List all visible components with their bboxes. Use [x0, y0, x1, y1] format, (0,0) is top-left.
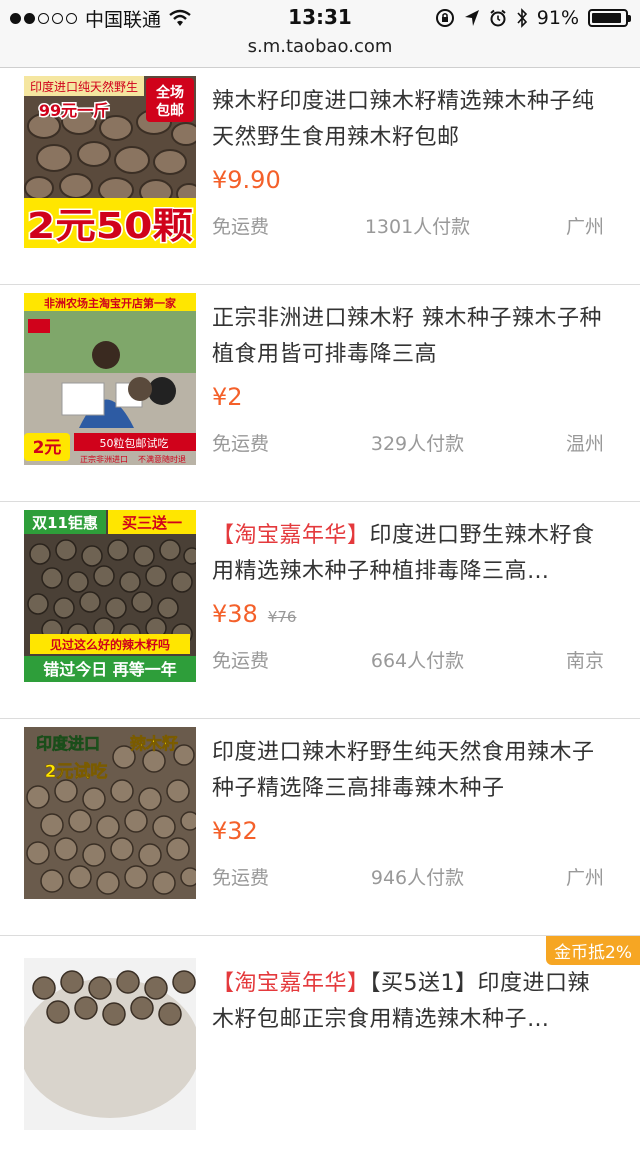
product-title-text: 正宗非洲进口辣木籽 辣木种子辣木子种植食用皆可排毒降三高: [212, 306, 602, 367]
sales-count: 1301人付款: [364, 216, 471, 238]
thumb-caption: 99元一斤: [39, 101, 109, 120]
seller-location: 温州: [565, 433, 604, 455]
thumb-caption: 不满意随时退: [138, 454, 186, 464]
price-row: ¥9.90: [212, 166, 604, 200]
product-price: ¥32: [212, 817, 258, 845]
url-text: s.m.taobao.com: [247, 36, 393, 57]
original-price: ¥76: [267, 608, 297, 626]
product-info: 正宗非洲进口辣木籽 辣木种子辣木子种植食用皆可排毒降三高 ¥2 免运费 329人…: [212, 301, 604, 456]
product-thumbnail[interactable]: 双11钜惠 买三送一 见过这么好的辣木籽吗 错过今日 再等一年: [24, 510, 196, 682]
product-info: 印度进口辣木籽野生纯天然食用辣木子种子精选降三高排毒辣木种子 ¥32 免运费 9…: [212, 735, 604, 890]
seller-location: 南京: [565, 650, 604, 672]
product-item[interactable]: 印度进口纯天然野生 99元一斤 全场 包邮 2元50颗 辣木籽印度进口辣木籽精选…: [0, 68, 640, 285]
product-title[interactable]: 辣木籽印度进口辣木籽精选辣木种子纯天然野生食用辣木籽包邮: [212, 84, 604, 156]
product-item[interactable]: 印度进口 辣木籽 2元试吃 印度进口辣木籽野生纯天然食用辣木子种子精选降三高排毒…: [0, 719, 640, 936]
product-title-text: 印度进口辣木籽野生纯天然食用辣木子种子精选降三高排毒辣木种子: [212, 740, 595, 801]
product-meta: 免运费 1301人付款 广州: [212, 212, 604, 239]
product-info: 辣木籽印度进口辣木籽精选辣木种子纯天然野生食用辣木籽包邮 ¥9.90 免运费 1…: [212, 84, 604, 239]
product-thumbnail[interactable]: 非洲农场主淘宝开店第一家 2元 50粒包邮试吃 正宗非洲进口 不满意随时退: [24, 293, 196, 465]
product-thumbnail[interactable]: [24, 958, 196, 1130]
seller-location: 广州: [565, 867, 604, 889]
product-meta: 免运费 946人付款 广州: [212, 863, 604, 890]
product-title[interactable]: 【淘宝嘉年华】【买5送1】印度进口辣木籽包邮正宗食用精选辣木种子…: [212, 966, 604, 1038]
location-arrow-icon: [464, 10, 479, 26]
product-price: ¥2: [212, 383, 243, 411]
shipping-label: 免运费: [212, 433, 270, 455]
thumb-caption: 正宗非洲进口: [80, 454, 128, 464]
product-item[interactable]: 非洲农场主淘宝开店第一家 2元 50粒包邮试吃 正宗非洲进口 不满意随时退 正宗…: [0, 285, 640, 502]
status-right: 91%: [435, 6, 631, 30]
bluetooth-icon: [517, 8, 527, 28]
thumb-caption: 2元试吃: [45, 761, 108, 782]
price-row: ¥38 ¥76: [212, 600, 604, 634]
battery-icon: [588, 9, 631, 27]
product-title[interactable]: 【淘宝嘉年华】印度进口野生辣木籽食用精选辣木种子种植排毒降三高…: [212, 518, 604, 590]
orientation-lock-icon: [435, 9, 454, 27]
product-thumbnail[interactable]: 印度进口纯天然野生 99元一斤 全场 包邮 2元50颗: [24, 76, 196, 248]
product-meta: 免运费 664人付款 南京: [212, 646, 604, 673]
battery-percent: 91%: [536, 7, 579, 29]
price-row: ¥2: [212, 383, 604, 417]
alarm-icon: [490, 9, 506, 27]
product-info: 【淘宝嘉年华】【买5送1】印度进口辣木籽包邮正宗食用精选辣木种子…: [212, 966, 604, 1038]
sales-count: 946人付款: [370, 867, 465, 889]
promo-tag: 【淘宝嘉年华】: [212, 971, 370, 996]
thumb-caption: 买三送一: [122, 514, 182, 532]
product-list: 印度进口纯天然野生 99元一斤 全场 包邮 2元50颗 辣木籽印度进口辣木籽精选…: [0, 68, 640, 1153]
shipping-label: 免运费: [212, 867, 270, 889]
product-item[interactable]: 双11钜惠 买三送一 见过这么好的辣木籽吗 错过今日 再等一年 【淘宝嘉年华】印…: [0, 502, 640, 719]
thumb-caption: 2元50颗: [27, 206, 193, 247]
seller-location: 广州: [565, 216, 604, 238]
thumb-caption: 2元: [33, 438, 62, 458]
thumb-caption: 错过今日 再等一年: [43, 660, 177, 679]
product-info: 【淘宝嘉年华】印度进口野生辣木籽食用精选辣木种子种植排毒降三高… ¥38 ¥76…: [212, 518, 604, 673]
thumb-caption: 辣木籽: [130, 734, 178, 753]
thumb-caption: 印度进口纯天然野生: [30, 79, 138, 94]
thumb-caption: 双11钜惠: [32, 514, 98, 532]
product-title[interactable]: 正宗非洲进口辣木籽 辣木种子辣木子种植食用皆可排毒降三高: [212, 301, 604, 373]
product-price: ¥38: [212, 600, 258, 628]
product-item[interactable]: 金币抵2% 【淘宝嘉年华】【买5送1】印度进口辣木籽包邮正宗食用精选辣木种子…: [0, 936, 640, 1153]
product-price: ¥9.90: [212, 166, 281, 194]
coin-discount-badge: 金币抵2%: [546, 936, 640, 965]
product-meta: 免运费 329人付款 温州: [212, 429, 604, 456]
product-title[interactable]: 印度进口辣木籽野生纯天然食用辣木子种子精选降三高排毒辣木种子: [212, 735, 604, 807]
thumb-caption: 见过这么好的辣木籽吗: [50, 637, 170, 652]
thumb-caption: 包邮: [156, 102, 184, 119]
thumb-caption: 印度进口: [36, 734, 100, 753]
shipping-label: 免运费: [212, 216, 270, 238]
product-thumbnail[interactable]: 印度进口 辣木籽 2元试吃: [24, 727, 196, 899]
product-title-text: 辣木籽印度进口辣木籽精选辣木种子纯天然野生食用辣木籽包邮: [212, 89, 595, 150]
url-bar[interactable]: s.m.taobao.com: [0, 36, 640, 68]
thumb-caption: 非洲农场主淘宝开店第一家: [44, 296, 177, 310]
shipping-label: 免运费: [212, 650, 270, 672]
sales-count: 664人付款: [370, 650, 465, 672]
thumb-caption: 全场: [155, 84, 184, 101]
status-bar: 中国联通 13:31 91%: [0, 0, 640, 36]
promo-tag: 【淘宝嘉年华】: [212, 523, 370, 548]
sales-count: 329人付款: [370, 433, 465, 455]
price-row: ¥32: [212, 817, 604, 851]
thumb-caption: 50粒包邮试吃: [100, 436, 169, 450]
